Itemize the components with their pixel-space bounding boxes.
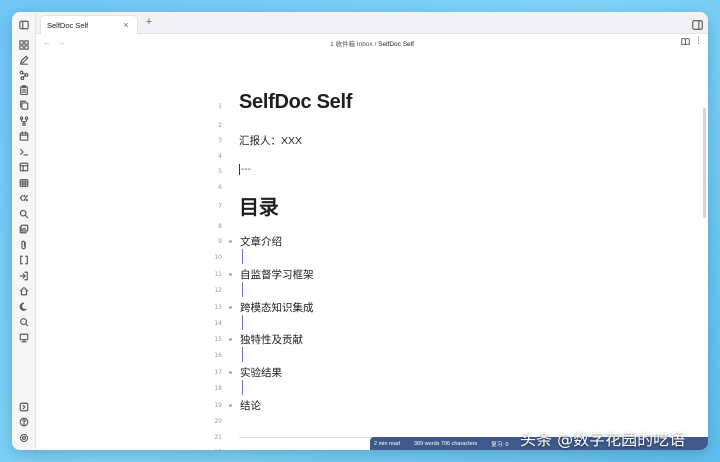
list-item-text: 自监督学习框架: [240, 269, 314, 281]
home-icon[interactable]: [16, 284, 32, 298]
calendar-icon[interactable]: [16, 129, 32, 143]
layout-icon[interactable]: [16, 160, 32, 174]
branch-icon[interactable]: [16, 114, 32, 128]
line-number: 8: [218, 223, 222, 230]
line-number: 11: [214, 271, 222, 278]
list-indent-guide: [242, 347, 243, 362]
hr-source-line[interactable]: ---: [239, 164, 251, 175]
app-window: SelfDoc Self × + ← → 1 收件箱 Inbox / SelfD…: [12, 12, 708, 450]
right-sidebar-toggle-icon[interactable]: [692, 17, 704, 30]
list-item-text: 文章介绍: [240, 236, 282, 248]
list-item-text: 跨模态知识集成: [240, 302, 314, 314]
bullet-icon: [229, 371, 232, 374]
hr-source-text: ---: [241, 164, 251, 176]
line-number: 17: [214, 369, 222, 376]
scrollbar[interactable]: [703, 108, 706, 218]
line-number: 18: [214, 385, 222, 392]
clip-icon[interactable]: [16, 238, 32, 252]
line-number: 12: [214, 287, 222, 294]
tab-bar: SelfDoc Self × +: [36, 12, 708, 34]
tab-close-icon[interactable]: ×: [121, 20, 131, 30]
list-item[interactable]: 独特性及贡献: [229, 332, 303, 347]
terminal-icon[interactable]: [16, 145, 32, 159]
bullet-icon: [229, 338, 232, 341]
list-item[interactable]: 结论: [229, 398, 261, 413]
left-ribbon: [12, 12, 36, 450]
line-number: 22: [196, 449, 222, 450]
moon-icon[interactable]: [16, 300, 32, 314]
watermark: 头条 @数字花园的呓语: [520, 430, 686, 449]
list-indent-guide: [242, 380, 243, 395]
list-item[interactable]: 跨模态知识集成: [229, 300, 314, 315]
list-item[interactable]: 文章介绍: [229, 234, 282, 249]
code-icon[interactable]: [16, 191, 32, 205]
reading-view-icon[interactable]: [681, 37, 690, 48]
status-read-time: 2 min read: [374, 440, 400, 447]
line-number: 1: [218, 103, 222, 110]
status-word-count: 389 words 706 characters: [414, 440, 478, 447]
status-review[interactable]: 复习: 0: [491, 440, 508, 448]
help-icon[interactable]: [16, 415, 32, 429]
line-number: 13: [214, 304, 222, 311]
line-number: 7: [218, 203, 222, 210]
grid-icon[interactable]: [16, 38, 32, 52]
bullet-icon: [229, 240, 232, 243]
bullet-icon: [229, 273, 232, 276]
paragraph[interactable]: 汇报人：XXX: [239, 133, 302, 148]
table-icon[interactable]: [16, 176, 32, 190]
tab-selfdoc[interactable]: SelfDoc Self ×: [40, 15, 138, 34]
list-item[interactable]: 自监督学习框架: [229, 267, 314, 282]
breadcrumb-current[interactable]: SelfDoc Self: [378, 41, 414, 48]
search-icon[interactable]: [16, 207, 32, 221]
clipboard-icon[interactable]: [16, 83, 32, 97]
brackets-icon[interactable]: [16, 253, 32, 267]
text-cursor: [239, 164, 240, 175]
bullet-icon: [229, 404, 232, 407]
line-number: 10: [214, 254, 222, 261]
line-number: 16: [214, 352, 222, 359]
search-alt-icon[interactable]: [16, 315, 32, 329]
line-number: 15: [214, 336, 222, 343]
graph-icon[interactable]: [16, 68, 32, 82]
line-number: 4: [218, 153, 222, 160]
heading-1[interactable]: 目录: [239, 191, 279, 220]
tab-title: SelfDoc Self: [47, 20, 89, 30]
list-item-text: 独特性及贡献: [240, 334, 303, 346]
list-item-text: 实验结果: [240, 367, 282, 379]
list-indent-guide: [242, 282, 243, 297]
copy-icon[interactable]: [16, 98, 32, 112]
breadcrumb: 1 收件箱 Inbox / SelfDoc Self: [36, 38, 708, 48]
new-tab-icon[interactable]: +: [142, 16, 156, 28]
line-number: 14: [214, 320, 222, 327]
slides-icon[interactable]: [16, 331, 32, 345]
pencil-icon[interactable]: [16, 53, 32, 67]
line-number: 20: [214, 418, 222, 425]
line-number: 21: [214, 434, 222, 441]
line-number: 9: [218, 238, 222, 245]
view-header: ← → 1 收件箱 Inbox / SelfDoc Self ⋮: [36, 34, 708, 52]
editor[interactable]: 1 SelfDoc Self 2 3 汇报人：XXX 4 5 --- 6 7 目录 8 9 文章介绍 10 1…: [36, 52, 708, 450]
line-number: 6: [218, 184, 222, 191]
settings-icon[interactable]: [16, 431, 32, 445]
image-icon[interactable]: [16, 222, 32, 236]
list-indent-guide: [242, 249, 243, 264]
more-options-icon[interactable]: ⋮: [694, 35, 703, 46]
breadcrumb-folder[interactable]: 1 收件箱 Inbox: [330, 41, 373, 48]
heading-1[interactable]: SelfDoc Self: [239, 91, 352, 114]
breadcrumb-separator: /: [374, 41, 377, 48]
sidebar-toggle-icon[interactable]: [16, 18, 32, 32]
list-item[interactable]: 实验结果: [229, 365, 282, 380]
vault-icon[interactable]: [16, 400, 32, 414]
login-icon[interactable]: [16, 269, 32, 283]
list-item-text: 结论: [240, 400, 261, 412]
line-number: 2: [218, 122, 222, 129]
list-indent-guide: [242, 315, 243, 330]
line-number: 19: [214, 402, 222, 409]
line-number: 5: [218, 168, 222, 175]
line-number: 3: [218, 137, 222, 144]
bullet-icon: [229, 306, 232, 309]
